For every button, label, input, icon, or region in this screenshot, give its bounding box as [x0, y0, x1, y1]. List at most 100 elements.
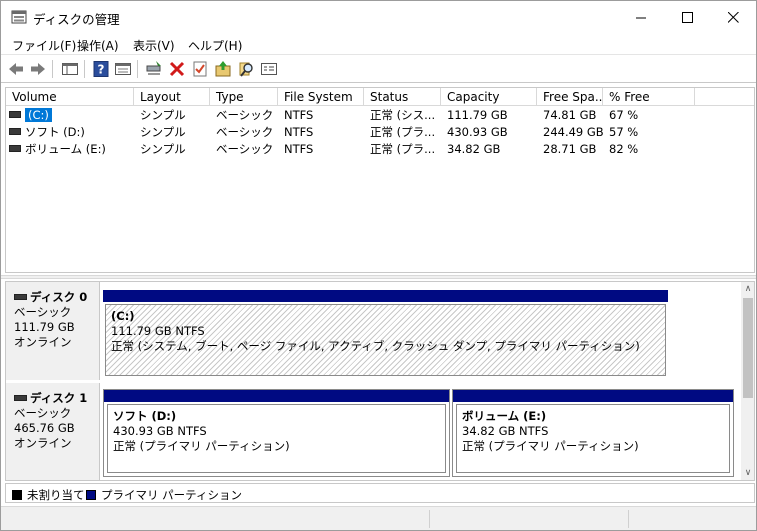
column-type[interactable]: Type [210, 88, 278, 106]
help-icon[interactable]: ? [92, 60, 110, 78]
close-button[interactable] [710, 1, 756, 33]
partition-status: 正常 (プライマリ パーティション) [462, 439, 639, 453]
scrollbar-thumb[interactable] [743, 298, 753, 398]
menu-file[interactable]: ファイル(F) [12, 37, 76, 54]
maximize-button[interactable] [664, 1, 710, 33]
primary-partition-bar [103, 290, 668, 302]
status-divider [429, 510, 430, 528]
disk-state: オンライン [14, 335, 72, 349]
disk-type: ベーシック [14, 406, 72, 420]
volume-status: 正常 (プラ... [370, 142, 436, 156]
properties-icon[interactable] [114, 60, 132, 78]
column-volume[interactable]: Volume [6, 88, 134, 106]
legend-unallocated: 未割り当て [12, 487, 85, 503]
column-capacity[interactable]: Capacity [441, 88, 537, 106]
legend: 未割り当て プライマリ パーティション [5, 483, 755, 503]
volume-row-e[interactable]: ボリューム (E:) シンプル ベーシック NTFS 正常 (プラ... 34.… [6, 141, 754, 158]
delete-icon[interactable] [168, 60, 186, 78]
volume-status: 正常 (シス... [370, 108, 436, 122]
disk-size: 465.76 GB [14, 421, 75, 435]
volume-pct-free: 82 % [609, 142, 639, 156]
check-icon[interactable] [191, 60, 209, 78]
volume-fs: NTFS [284, 125, 314, 139]
disk-1-partition-d[interactable]: ソフト (D:) 430.93 GB NTFS 正常 (プライマリ パーティショ… [103, 389, 450, 477]
volume-list: Volume Layout Type File System Status Ca… [5, 87, 755, 273]
volume-type: ベーシック [216, 108, 274, 122]
minimize-icon [635, 17, 646, 18]
partition-status: 正常 (プライマリ パーティション) [113, 439, 290, 453]
menu-view[interactable]: 表示(V) [133, 37, 175, 54]
import-icon[interactable] [214, 60, 232, 78]
volume-type: ベーシック [216, 142, 274, 156]
pane-splitter[interactable] [1, 275, 756, 279]
title-bar[interactable]: ディスクの管理 [1, 1, 756, 33]
primary-partition-bar [104, 390, 449, 402]
volume-row-d[interactable]: ソフト (D:) シンプル ベーシック NTFS 正常 (プラ... 430.9… [6, 124, 754, 141]
volume-fs: NTFS [284, 108, 314, 122]
disk-management-window: ディスクの管理 ファイル(F) 操作(A) 表示(V) ヘルプ(H) ? Vol… [0, 0, 757, 531]
disk-name: ディスク 0 [30, 290, 88, 304]
menu-help[interactable]: ヘルプ(H) [188, 37, 242, 54]
disk-0-partition-c[interactable]: (C:) 111.79 GB NTFS 正常 (システム, ブート, ページ フ… [103, 290, 668, 378]
primary-partition-bar [453, 390, 733, 402]
forward-icon[interactable] [29, 60, 47, 78]
disk-name: ディスク 1 [30, 391, 88, 405]
scroll-up-icon[interactable]: ∧ [741, 282, 754, 296]
column-percent-free[interactable]: % Free [603, 88, 695, 106]
status-divider [628, 510, 629, 528]
scroll-down-icon[interactable]: ∨ [741, 466, 754, 480]
disk-type: ベーシック [14, 305, 72, 319]
volume-icon [9, 128, 21, 135]
back-icon[interactable] [7, 60, 25, 78]
show-hide-tree-icon[interactable] [61, 60, 79, 78]
legend-primary: プライマリ パーティション [86, 487, 242, 503]
disk-icon [14, 293, 27, 300]
column-file-system[interactable]: File System [278, 88, 364, 106]
menu-action[interactable]: 操作(A) [77, 37, 119, 54]
partition-name: ソフト (D:) [113, 409, 177, 423]
primary-partition-swatch [86, 489, 96, 500]
volume-icon [9, 145, 21, 152]
volume-type: ベーシック [216, 125, 274, 139]
volume-layout: シンプル [140, 108, 186, 122]
volume-capacity: 111.79 GB [447, 108, 508, 122]
volume-free: 74.81 GB [543, 108, 597, 122]
partition-size: 34.82 GB NTFS [462, 424, 549, 438]
disk-1-partition-e[interactable]: ボリューム (E:) 34.82 GB NTFS 正常 (プライマリ パーティシ… [452, 389, 734, 477]
minimize-button[interactable] [618, 1, 664, 33]
menu-bar: ファイル(F) 操作(A) 表示(V) ヘルプ(H) [1, 33, 756, 55]
close-icon [727, 11, 739, 23]
maximize-icon [681, 11, 693, 23]
disk-management-icon [11, 10, 27, 24]
disk-state: オンライン [14, 436, 72, 450]
volume-free: 244.49 GB [543, 125, 603, 139]
volume-name: ソフト (D:) [25, 125, 85, 139]
partition-size: 430.93 GB NTFS [113, 424, 207, 438]
status-bar [1, 506, 756, 530]
vertical-scrollbar[interactable]: ∧ ∨ [741, 282, 754, 480]
disk-icon [14, 394, 27, 401]
disk-1-label[interactable]: ディスク 1 ベーシック 465.76 GB オンライン [6, 383, 100, 480]
svg-text:?: ? [98, 63, 105, 77]
volume-layout: シンプル [140, 125, 186, 139]
volume-fs: NTFS [284, 142, 314, 156]
volume-row-c[interactable]: (C:) シンプル ベーシック NTFS 正常 (シス... 111.79 GB… [6, 107, 754, 124]
partition-size: 111.79 GB NTFS [111, 324, 205, 338]
disk-0-label[interactable]: ディスク 0 ベーシック 111.79 GB オンライン [6, 282, 100, 380]
column-free-space[interactable]: Free Spa... [537, 88, 603, 106]
column-status[interactable]: Status [364, 88, 441, 106]
partition-name: (C:) [111, 309, 135, 323]
unallocated-swatch [12, 489, 22, 500]
console-icon[interactable] [260, 60, 278, 78]
volume-list-header: Volume Layout Type File System Status Ca… [6, 88, 754, 106]
toolbar: ? [1, 56, 756, 83]
connect-icon[interactable] [145, 60, 163, 78]
volume-capacity: 34.82 GB [447, 142, 501, 156]
disk-graphical-view: ディスク 0 ベーシック 111.79 GB オンライン (C:) 111.79… [5, 281, 755, 481]
volume-capacity: 430.93 GB [447, 125, 508, 139]
search-icon[interactable] [237, 60, 255, 78]
column-layout[interactable]: Layout [134, 88, 210, 106]
partition-name: ボリューム (E:) [462, 409, 547, 423]
partition-status: 正常 (システム, ブート, ページ ファイル, アクティブ, クラッシュ ダン… [111, 339, 640, 353]
volume-name: (C:) [25, 108, 52, 122]
